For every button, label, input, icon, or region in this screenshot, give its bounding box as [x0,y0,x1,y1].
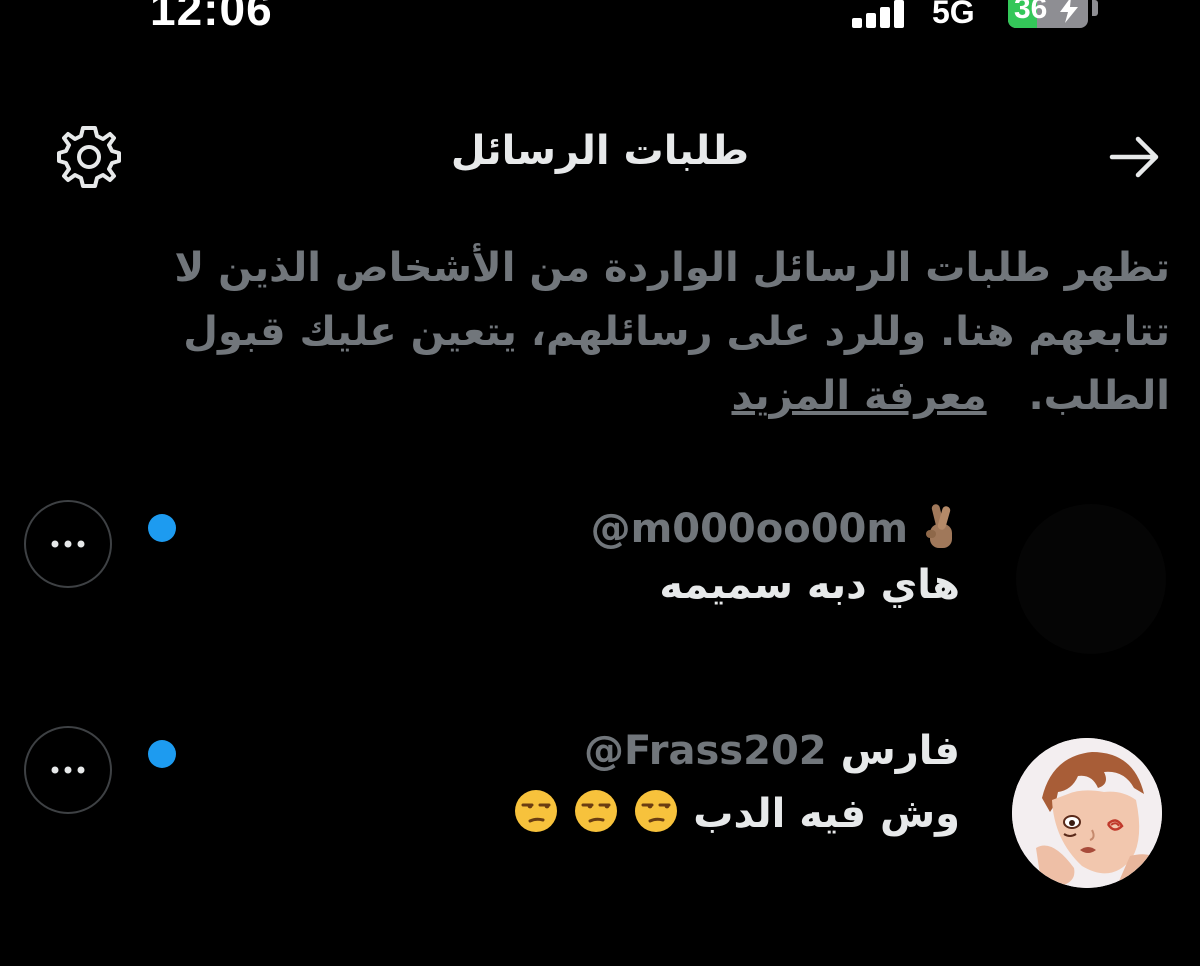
battery-percent: 36 [1014,0,1048,25]
status-time: 12:06 [150,0,273,35]
learn-more-link[interactable]: معرفة المزيد [731,373,986,419]
avatar[interactable] [1012,738,1162,888]
arrow-right-icon [1109,136,1159,178]
signal-icon [852,0,916,28]
avatar[interactable] [1016,504,1166,654]
gear-icon [57,126,121,188]
unamused-face-emoji [633,788,679,844]
network-type: 5G [932,0,975,30]
unread-indicator [148,740,176,768]
more-horizontal-icon [51,766,85,774]
battery-nub [1092,0,1098,16]
page-title: طلبات الرسائل [450,128,750,174]
back-button[interactable] [1104,130,1164,184]
sender-name: فارس [840,728,960,774]
more-horizontal-icon [51,540,85,548]
message-preview: وش فيه الدب [513,788,960,844]
info-text: تظهر طلبات الرسائل الواردة من الأشخاص ال… [130,236,1170,428]
more-options-button[interactable] [24,726,112,814]
message-text: وش فيه الدب [693,791,960,837]
unamused-face-emoji [573,788,619,844]
request-item[interactable]: فارس @Frass202 وش فيه الدب [0,726,1200,906]
request-item[interactable]: @m000oo00m هاي دبه سميمه [0,500,1200,680]
unamused-face-emoji [513,788,559,844]
cartoon-avatar-image [1012,738,1162,888]
more-options-button[interactable] [24,500,112,588]
unread-indicator [148,514,176,542]
battery-icon: 36 [1008,0,1088,28]
sender-line: @m000oo00m [591,502,960,560]
sender-handle: @m000oo00m [590,506,909,552]
settings-button[interactable] [56,124,122,190]
message-preview: هاي دبه سميمه [659,562,960,608]
sender-handle: @Frass202 [584,728,827,774]
charging-bolt-icon [1060,0,1078,23]
crossed-fingers-emoji [922,502,960,560]
sender-line: فارس @Frass202 [584,728,960,774]
info-description: تظهر طلبات الرسائل الواردة من الأشخاص ال… [174,245,1170,419]
